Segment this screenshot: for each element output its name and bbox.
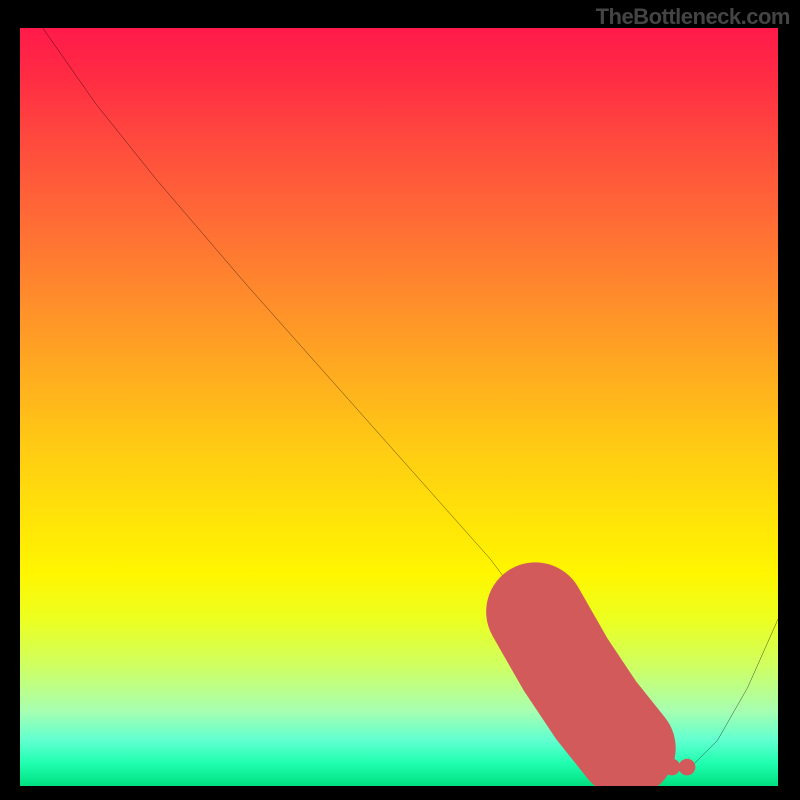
chart-frame: TheBottleneck.com	[0, 0, 800, 800]
watermark-text: TheBottleneck.com	[596, 4, 790, 30]
plot-gradient-background	[20, 28, 778, 786]
